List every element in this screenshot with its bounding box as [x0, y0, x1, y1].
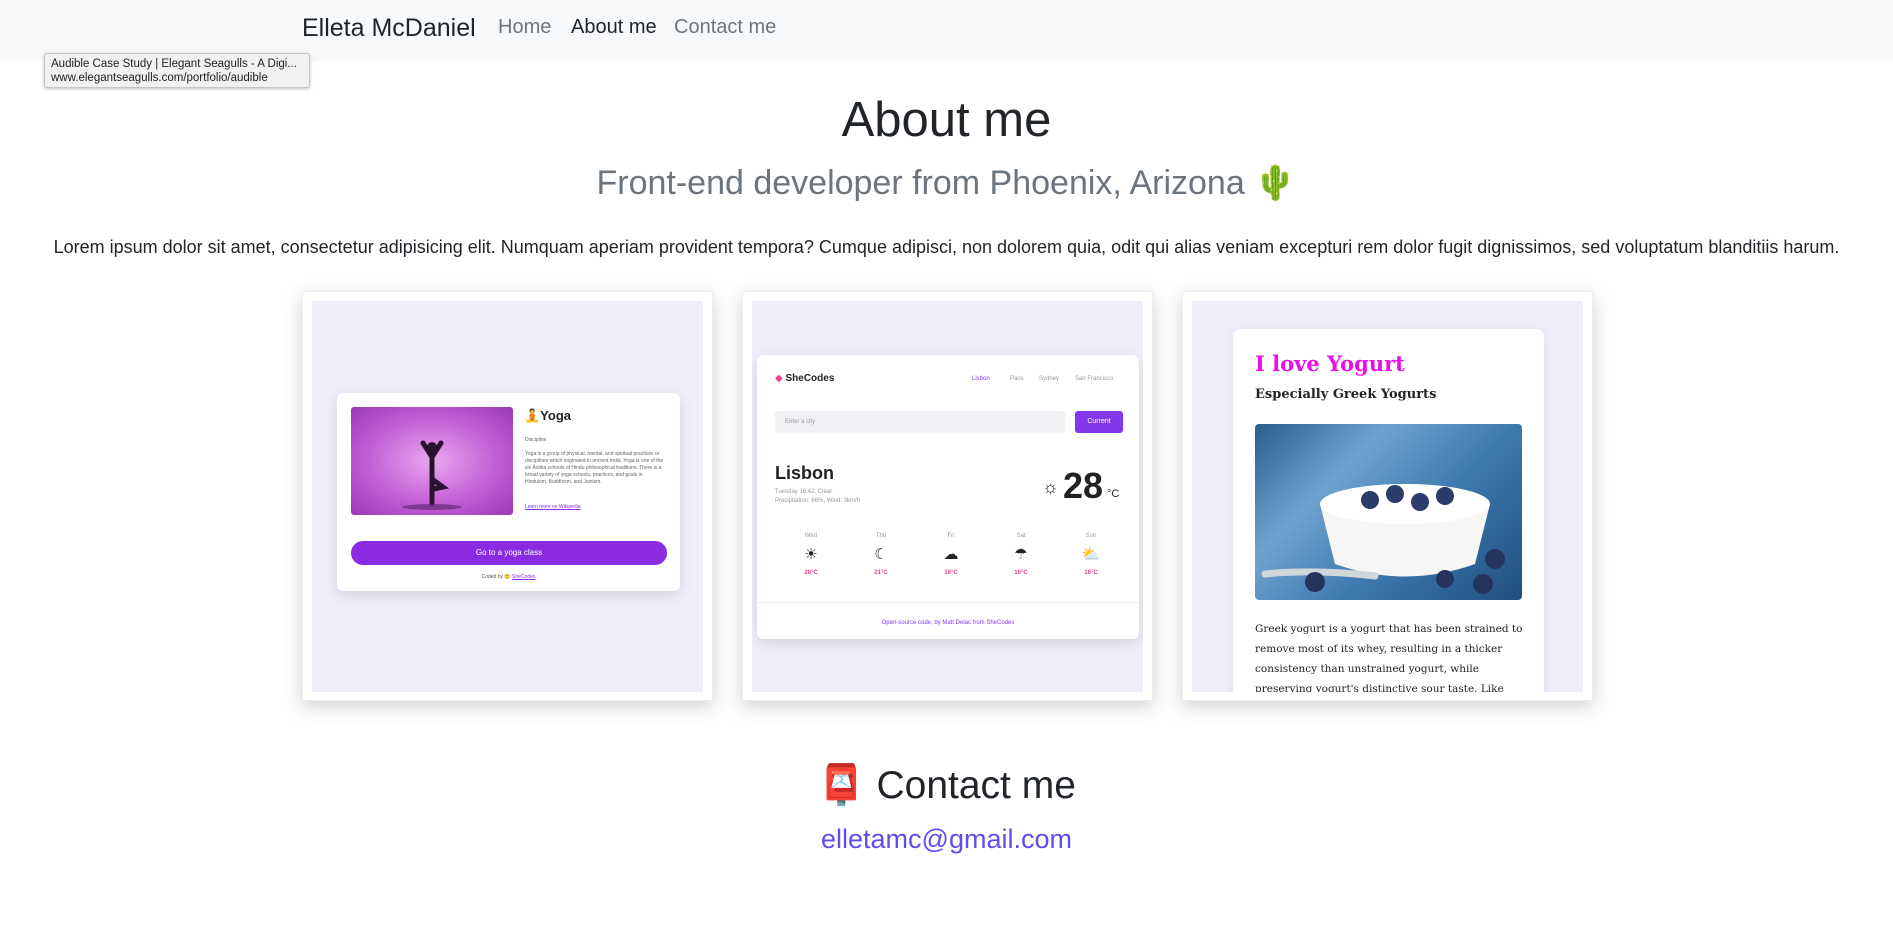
wx-nav-sanfrancisco: San Francisco [1075, 376, 1114, 382]
project-card-yogurt[interactable]: I love Yogurt Especially Greek Yogurts G… [1182, 291, 1593, 701]
divider [757, 602, 1139, 603]
wx-unit: °C [1107, 488, 1120, 500]
sun-icon: ☀ [804, 546, 818, 563]
yoga-wiki-link: Learn more on Wikipedia [525, 504, 581, 510]
wx-city: Lisbon [775, 463, 834, 483]
cloud-icon: ☁ [943, 546, 959, 563]
yoga-footer: Coded by 🙂 SheCodes [481, 574, 536, 580]
yoga-image [351, 407, 513, 515]
wx-details: Precipitation: 66%, Wind: 3km/h [775, 498, 861, 504]
moon-icon: ☾ [874, 546, 888, 563]
forecast-day: Fri [947, 533, 955, 539]
yogurt-preview-card: I love Yogurt Especially Greek Yogurts G… [1233, 329, 1544, 692]
project-screenshot-weather: ◆ SheCodes Lisbon Paris Sydney San Franc… [752, 301, 1143, 692]
project-screenshot-yogurt: I love Yogurt Especially Greek Yogurts G… [1192, 301, 1583, 692]
forecast-day: Thu [875, 533, 887, 539]
wx-nav-paris: Paris [1010, 376, 1024, 382]
page-subtitle: Front-end developer from Phoenix, Arizon… [596, 164, 1297, 202]
link-tooltip: Audible Case Study | Elegant Seagulls - … [44, 53, 310, 88]
nav-link-home[interactable]: Home [498, 16, 551, 39]
forecast-temp: 16°C [1014, 570, 1028, 576]
yogurt-image [1255, 424, 1522, 600]
tooltip-url: www.elegantseagulls.com/portfolio/audibl… [51, 72, 268, 84]
project-card-yoga[interactable]: 🧘Yoga Discipline Yoga is a group of phys… [302, 291, 713, 701]
yoga-discipline: Discipline [525, 437, 547, 443]
forecast-day: Sun [1085, 533, 1097, 539]
forecast-temp: 16°C [944, 570, 958, 576]
yoga-title: 🧘Yoga [524, 408, 572, 423]
yogurt-subtitle: Especially Greek Yogurts [1255, 387, 1437, 402]
forecast-temp: 28°C [804, 570, 818, 576]
email-link[interactable]: elletamc@gmail.com [0, 824, 1893, 855]
sun-icon: ☼ [1042, 477, 1059, 497]
wx-search-input: Enter a city [775, 411, 1065, 433]
wx-temperature: 28 [1063, 465, 1104, 506]
forecast-day: Sat [1016, 533, 1026, 539]
yoga-class-button: Go to a yoga class [351, 541, 667, 565]
wx-nav-lisbon: Lisbon [972, 376, 990, 382]
nav-link-about[interactable]: About me [571, 16, 657, 39]
yoga-description: Yoga is a group of physical, mental, and… [525, 451, 664, 485]
rain-icon: ☂ [1014, 546, 1028, 563]
weather-preview-card: ◆ SheCodes Lisbon Paris Sydney San Franc… [757, 355, 1139, 639]
forecast-temp: 16°C [1084, 570, 1098, 576]
project-screenshot-yoga: 🧘Yoga Discipline Yoga is a group of phys… [312, 301, 703, 692]
wx-date: Tuesday 16:42, Clear [775, 489, 833, 495]
brand-link[interactable]: Elleta McDaniel [302, 14, 476, 43]
nav-link-contact[interactable]: Contact me [674, 16, 776, 39]
project-card-weather[interactable]: ◆ SheCodes Lisbon Paris Sydney San Franc… [742, 291, 1153, 701]
forecast-temp: 21°C [874, 570, 888, 576]
wx-footer: Open-source code, by Matt Delac from She… [881, 620, 1015, 626]
navbar: Elleta McDaniel Home About me Contact me [0, 0, 1893, 61]
page-title: About me [841, 93, 1052, 147]
wx-nav-sydney: Sydney [1039, 376, 1060, 382]
tooltip-title: Audible Case Study | Elegant Seagulls - … [51, 58, 297, 70]
yogurt-title: I love Yogurt [1255, 351, 1405, 376]
yoga-preview-card: 🧘Yoga Discipline Yoga is a group of phys… [337, 393, 680, 591]
contact-title: 📮 Contact me [817, 764, 1076, 807]
yogurt-text: Greek yogurt is a yogurt that has been s… [1255, 623, 1523, 692]
intro-paragraph: Lorem ipsum dolor sit amet, consectetur … [53, 237, 1840, 257]
wx-current-button: Current [1075, 411, 1123, 433]
forecast-day: Wed [804, 533, 818, 539]
partly-cloudy-icon: ⛅ [1081, 546, 1101, 563]
shecodes-logo: ◆ SheCodes [775, 373, 835, 384]
